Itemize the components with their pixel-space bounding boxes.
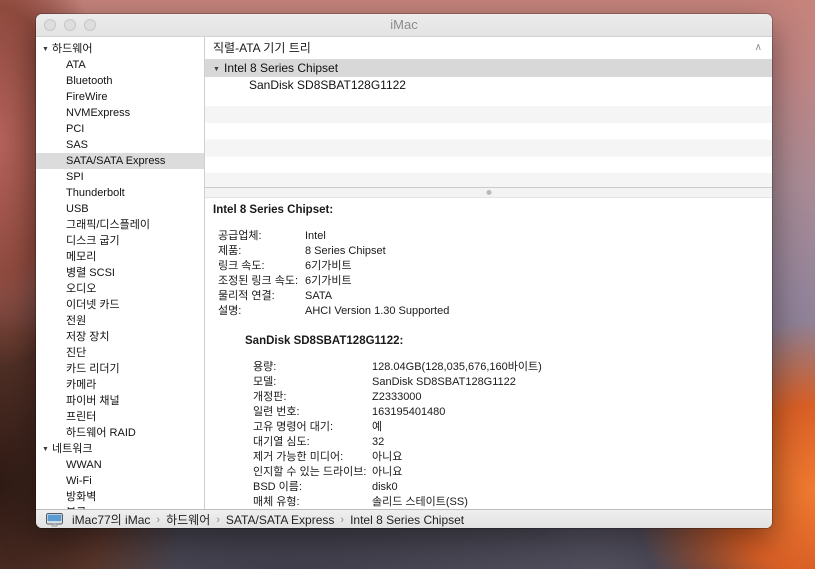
sidebar-item-spi[interactable]: SPI — [36, 169, 204, 185]
detail-row: BSD 이름:disk0 — [245, 480, 772, 495]
splitter-handle-icon — [486, 190, 491, 195]
sidebar-item-nvmexpress[interactable]: NVMExpress — [36, 105, 204, 121]
titlebar[interactable]: iMac — [36, 14, 772, 37]
sidebar-item-firewall[interactable]: 방화벽 — [36, 489, 204, 505]
zoom-button[interactable] — [84, 19, 96, 31]
device-tree-column-header[interactable]: 직렬-ATA 기기 트리 ∧ — [205, 37, 772, 60]
sidebar-item-sata-sata-express[interactable]: SATA/SATA Express — [36, 153, 204, 169]
detail-row: 모델:SanDisk SD8SBAT128G1122 — [245, 375, 772, 390]
sidebar-section-network[interactable]: ▼네트워크 — [36, 441, 204, 457]
breadcrumb-separator: › — [156, 514, 160, 526]
status-bar: iMac77의 iMac › 하드웨어 › SATA/SATA Express … — [36, 509, 772, 528]
sidebar-item-card-reader[interactable]: 카드 리더기 — [36, 361, 204, 377]
sidebar-item-memory[interactable]: 메모리 — [36, 249, 204, 265]
detail-row: 설명:AHCI Version 1.30 Supported — [213, 304, 772, 319]
detail-row: 조정된 링크 속도:6기가비트 — [213, 274, 772, 289]
sidebar-item-power[interactable]: 전원 — [36, 313, 204, 329]
minimize-button[interactable] — [64, 19, 76, 31]
tree-row-sandisk-sd8sbat128g1122[interactable]: SanDisk SD8SBAT128G1122 — [205, 77, 772, 94]
detail-section-chipset: Intel 8 Series Chipset: 공급업체:Intel 제품:8 … — [213, 204, 772, 319]
sidebar-section-hardware[interactable]: ▼하드웨어 — [36, 41, 204, 57]
detail-row: 일련 번호:163195401480 — [245, 405, 772, 420]
detail-row: 링크 속도:6기가비트 — [213, 259, 772, 274]
window-title: iMac — [36, 14, 772, 36]
sidebar-item-disc-burning[interactable]: 디스크 굽기 — [36, 233, 204, 249]
sidebar-item-hardware-raid[interactable]: 하드웨어 RAID — [36, 425, 204, 441]
sidebar-item-diagnostics[interactable]: 진단 — [36, 345, 204, 361]
close-button[interactable] — [44, 19, 56, 31]
sidebar-section-label: 네트워크 — [52, 443, 92, 455]
sidebar-item-wifi[interactable]: Wi-Fi — [36, 473, 204, 489]
sidebar-item-fibre-channel[interactable]: 파이버 채널 — [36, 393, 204, 409]
sidebar-item-bluetooth[interactable]: Bluetooth — [36, 73, 204, 89]
detail-row: 용량:128.04GB(128,035,676,160바이트) — [245, 360, 772, 375]
sidebar-item-ata[interactable]: ATA — [36, 57, 204, 73]
breadcrumb-separator: › — [340, 514, 344, 526]
details-pane[interactable]: Intel 8 Series Chipset: 공급업체:Intel 제품:8 … — [205, 198, 772, 509]
detail-row: 제거 가능한 미디어:아니요 — [245, 450, 772, 465]
sidebar: ▼하드웨어 ATA Bluetooth FireWire NVMExpress … — [36, 37, 205, 509]
traffic-lights — [44, 19, 96, 31]
breadcrumb-computer: iMac77의 iMac — [72, 511, 150, 528]
sidebar-item-firewire[interactable]: FireWire — [36, 89, 204, 105]
detail-row: 매체 유형:솔리드 스테이트(SS) — [245, 495, 772, 509]
content-pane: 직렬-ATA 기기 트리 ∧ ▼Intel 8 Series Chipset S… — [205, 37, 772, 509]
sort-ascending-icon: ∧ — [755, 37, 762, 59]
sidebar-item-audio[interactable]: 오디오 — [36, 281, 204, 297]
tree-empty-area[interactable] — [205, 94, 772, 106]
sidebar-item-graphics-displays[interactable]: 그래픽/디스플레이 — [36, 217, 204, 233]
detail-row: 물리적 연결:SATA — [213, 289, 772, 304]
detail-row: 대기열 심도:32 — [245, 435, 772, 450]
sidebar-item-parallel-scsi[interactable]: 병렬 SCSI — [36, 265, 204, 281]
tree-empty-rows[interactable] — [205, 106, 772, 187]
disclosure-triangle-icon[interactable]: ▼ — [42, 42, 52, 58]
sidebar-item-wwan[interactable]: WWAN — [36, 457, 204, 473]
detail-row: 공급업체:Intel — [213, 229, 772, 244]
main-area: ▼하드웨어 ATA Bluetooth FireWire NVMExpress … — [36, 37, 772, 509]
breadcrumb-hardware: 하드웨어 — [166, 511, 210, 528]
tree-row-intel-8-series-chipset[interactable]: ▼Intel 8 Series Chipset — [205, 60, 772, 77]
sidebar-item-storage[interactable]: 저장 장치 — [36, 329, 204, 345]
detail-row: 제품:8 Series Chipset — [213, 244, 772, 259]
detail-section-title: Intel 8 Series Chipset: — [213, 204, 772, 216]
sidebar-item-ethernet-cards[interactable]: 이더넷 카드 — [36, 297, 204, 313]
breadcrumb-separator: › — [216, 514, 220, 526]
device-tree-header-label: 직렬-ATA 기기 트리 — [213, 41, 311, 55]
detail-row: 고유 명령어 대기:예 — [245, 420, 772, 435]
breadcrumb-intel-8-series-chipset: Intel 8 Series Chipset — [350, 513, 464, 527]
breadcrumb-sata-sata-express: SATA/SATA Express — [226, 513, 334, 527]
detail-section-title: SanDisk SD8SBAT128G1122: — [245, 335, 772, 347]
sidebar-item-usb[interactable]: USB — [36, 201, 204, 217]
imac-display-icon — [46, 513, 63, 527]
sidebar-item-sas[interactable]: SAS — [36, 137, 204, 153]
sidebar-item-camera[interactable]: 카메라 — [36, 377, 204, 393]
detail-section-sandisk: SanDisk SD8SBAT128G1122: 용량:128.04GB(128… — [245, 335, 772, 509]
disclosure-triangle-icon[interactable]: ▼ — [42, 442, 52, 458]
detail-row: 인지할 수 있는 드라이브:아니요 — [245, 465, 772, 480]
sidebar-item-thunderbolt[interactable]: Thunderbolt — [36, 185, 204, 201]
detail-row: 개정판:Z2333000 — [245, 390, 772, 405]
sidebar-item-printers[interactable]: 프린터 — [36, 409, 204, 425]
sidebar-item-pci[interactable]: PCI — [36, 121, 204, 137]
disclosure-triangle-icon[interactable]: ▼ — [213, 61, 224, 78]
pane-splitter[interactable] — [205, 187, 772, 198]
sidebar-section-label: 하드웨어 — [52, 43, 92, 55]
system-information-window: iMac ▼하드웨어 ATA Bluetooth FireWire NVMExp… — [36, 14, 772, 528]
